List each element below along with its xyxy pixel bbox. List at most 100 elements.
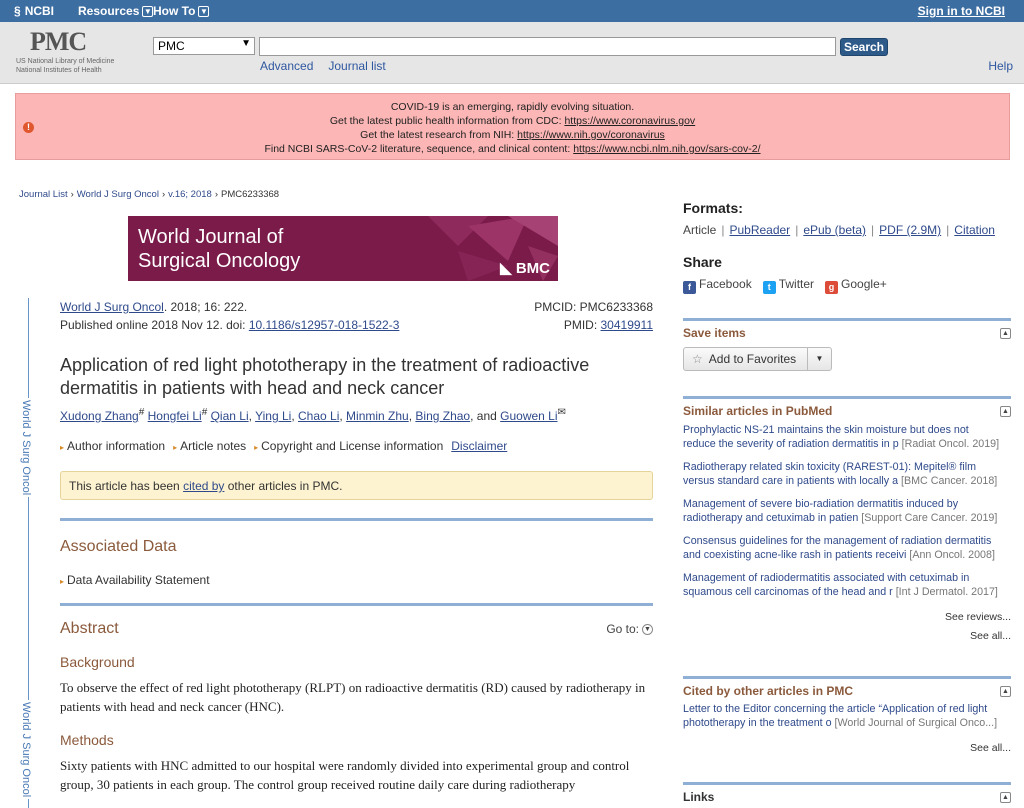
pmid-link[interactable]: 30419911	[601, 318, 654, 332]
email-icon[interactable]: ✉	[558, 407, 566, 418]
pmc-logo[interactable]: PMC US National Library of Medicine Nati…	[16, 29, 131, 75]
help-link[interactable]: Help	[988, 59, 1013, 73]
article-title: Application of red light phototherapy in…	[60, 355, 590, 398]
collapse-icon[interactable]: ▲	[1000, 685, 1011, 697]
breadcrumb: Journal List › World J Surg Oncol › v.16; …	[19, 189, 280, 200]
links-heading: Links	[683, 790, 715, 804]
author-link[interactable]: Xudong Zhang	[60, 409, 139, 423]
sars-cov-2-link[interactable]: https://www.ncbi.nlm.nih.gov/sars-cov-2/	[573, 143, 760, 155]
format-article: Article	[683, 223, 717, 237]
article-notes-toggle[interactable]: ▸ Article notes	[173, 439, 246, 453]
section-divider	[60, 518, 653, 521]
share-googleplus[interactable]: g Google+	[825, 277, 887, 294]
methods-text: Sixty patients with HNC admitted to our …	[60, 758, 630, 792]
see-all-cited-link[interactable]: See all...	[683, 742, 1011, 754]
triangle-right-icon: ▸	[254, 443, 259, 452]
author-link[interactable]: Minmin Zhu	[346, 409, 409, 423]
doi-link[interactable]: 10.1186/s12957-018-1522-3	[249, 318, 400, 332]
data-availability-toggle[interactable]: ▸ Data Availability Statement	[60, 573, 653, 587]
similar-article-item[interactable]: Radiotherapy related skin toxicity (RARE…	[683, 460, 1011, 488]
format-pdf[interactable]: PDF (2.9M)	[879, 223, 941, 237]
see-reviews-link[interactable]: See reviews...	[683, 611, 1011, 623]
star-icon: ☆	[692, 352, 703, 366]
cited-by-link[interactable]: cited by	[183, 479, 224, 493]
google-plus-icon: g	[825, 281, 839, 294]
search-button[interactable]: Search	[840, 38, 888, 56]
cited-by-heading: Cited by other articles in PMC	[683, 684, 854, 698]
side-journal-label: World J Surg Oncol	[20, 700, 32, 800]
author-information-toggle[interactable]: ▸ Author information	[60, 439, 165, 453]
goto-menu[interactable]: Go to: ▼	[606, 622, 653, 636]
twitter-icon: t	[762, 281, 776, 294]
author-link[interactable]: Ying Li	[255, 409, 291, 423]
collapse-icon[interactable]: ▲	[1000, 327, 1011, 339]
format-pubreader[interactable]: PubReader	[729, 223, 790, 237]
cdc-link[interactable]: https://www.coronavirus.gov	[564, 115, 695, 127]
triangle-right-icon: ▸	[60, 443, 65, 452]
copyright-toggle[interactable]: ▸ Copyright and License information	[254, 439, 443, 453]
similar-articles-panel: Similar articles in PubMed ▲ Prophylacti…	[683, 396, 1011, 642]
breadcrumb-journal-list[interactable]: Journal List	[19, 189, 68, 200]
disclaimer-link[interactable]: Disclaimer	[451, 439, 507, 453]
covid-alert-banner: ! COVID-19 is an emerging, rapidly evolv…	[15, 93, 1010, 160]
similar-articles-heading: Similar articles in PubMed	[683, 404, 833, 418]
journal-banner[interactable]: World Journal of Surgical Oncology ◣ BMC	[128, 216, 558, 281]
article-meta: World J Surg Oncol. 2018; 16: 222. PMCID…	[60, 300, 654, 332]
background-text: To observe the effect of red light photo…	[60, 680, 646, 714]
bmc-logo: ◣ BMC	[500, 260, 550, 277]
add-to-favorites-button[interactable]: ☆ Add to Favorites ▼	[683, 347, 832, 371]
similar-article-item[interactable]: Management of severe bio-radiation derma…	[683, 497, 1011, 525]
collapse-icon[interactable]: ▲	[1000, 791, 1011, 803]
formats-heading: Formats:	[683, 200, 743, 216]
author-link[interactable]: Guowen Li	[500, 409, 557, 423]
ncbi-logo[interactable]: § NCBI	[14, 4, 54, 18]
format-links: Article | PubReader | ePub (beta) | PDF (2.…	[683, 223, 995, 237]
collapse-icon[interactable]: ▲	[1000, 405, 1011, 417]
cited-by-notice: This article has been cited by other art…	[60, 471, 653, 500]
search-header: PMC US National Library of Medicine Nati…	[0, 22, 1024, 84]
ncbi-top-bar: § NCBI Resources ▼ How To ▼ Sign in to N…	[0, 0, 1024, 22]
journal-list-link[interactable]: Journal list	[328, 59, 385, 73]
share-twitter[interactable]: t Twitter	[762, 277, 814, 294]
search-input[interactable]	[259, 37, 836, 56]
author-link[interactable]: Hongfei Li	[148, 409, 202, 423]
facebook-icon: f	[683, 281, 696, 294]
advanced-search-link[interactable]: Advanced	[260, 59, 313, 73]
abstract-heading: Abstract	[60, 620, 119, 637]
howto-menu[interactable]: How To ▼	[153, 4, 210, 18]
share-heading: Share	[683, 254, 722, 270]
breadcrumb-volume[interactable]: v.16; 2018	[168, 189, 212, 200]
side-journal-label: World J Surg Oncol	[20, 398, 32, 498]
similar-article-item[interactable]: Prophylactic NS-21 maintains the skin mo…	[683, 423, 1011, 451]
methods-heading: Methods	[60, 732, 114, 748]
cited-by-item[interactable]: Letter to the Editor concerning the arti…	[683, 702, 1011, 730]
similar-article-item[interactable]: Management of radiodermatitis associated…	[683, 571, 1011, 599]
save-items-panel: Save items ▲ ☆ Add to Favorites ▼	[683, 318, 1011, 371]
sign-in-link[interactable]: Sign in to NCBI	[918, 4, 1005, 18]
chevron-down-icon: ▼	[241, 38, 251, 49]
author-link[interactable]: Chao Li	[298, 409, 339, 423]
background-heading: Background	[60, 654, 135, 670]
format-citation[interactable]: Citation	[954, 223, 995, 237]
breadcrumb-journal[interactable]: World J Surg Oncol	[77, 189, 159, 200]
chevron-down-icon[interactable]: ▼	[807, 348, 831, 370]
database-select[interactable]: PMC ▼	[153, 37, 255, 55]
breadcrumb-current: PMC6233368	[220, 189, 280, 200]
triangle-right-icon: ▸	[173, 443, 178, 452]
resources-menu[interactable]: Resources ▼	[78, 4, 154, 18]
share-links: f Facebook t Twitter g Google+	[683, 277, 1011, 294]
cited-by-panel: Cited by other articles in PMC ▲ Letter …	[683, 676, 1011, 754]
author-link[interactable]: Qian Li	[211, 409, 249, 423]
nih-link[interactable]: https://www.nih.gov/coronavirus	[517, 129, 665, 141]
pmcid: PMCID: PMC6233368	[534, 300, 653, 314]
format-epub[interactable]: ePub (beta)	[803, 223, 866, 237]
journal-link[interactable]: World J Surg Oncol	[60, 300, 164, 314]
see-all-similar-link[interactable]: See all...	[683, 630, 1011, 642]
author-link[interactable]: Bing Zhao	[415, 409, 470, 423]
triangle-right-icon: ▸	[60, 577, 65, 586]
article-info-links: ▸ Author information ▸ Article notes ▸ Copy…	[60, 439, 653, 453]
chevron-down-icon: ▼	[198, 5, 210, 17]
share-facebook[interactable]: f Facebook	[683, 277, 752, 294]
article-body: World J Surg Oncol. 2018; 16: 222. PMCID…	[60, 298, 653, 794]
similar-article-item[interactable]: Consensus guidelines for the management …	[683, 534, 1011, 562]
